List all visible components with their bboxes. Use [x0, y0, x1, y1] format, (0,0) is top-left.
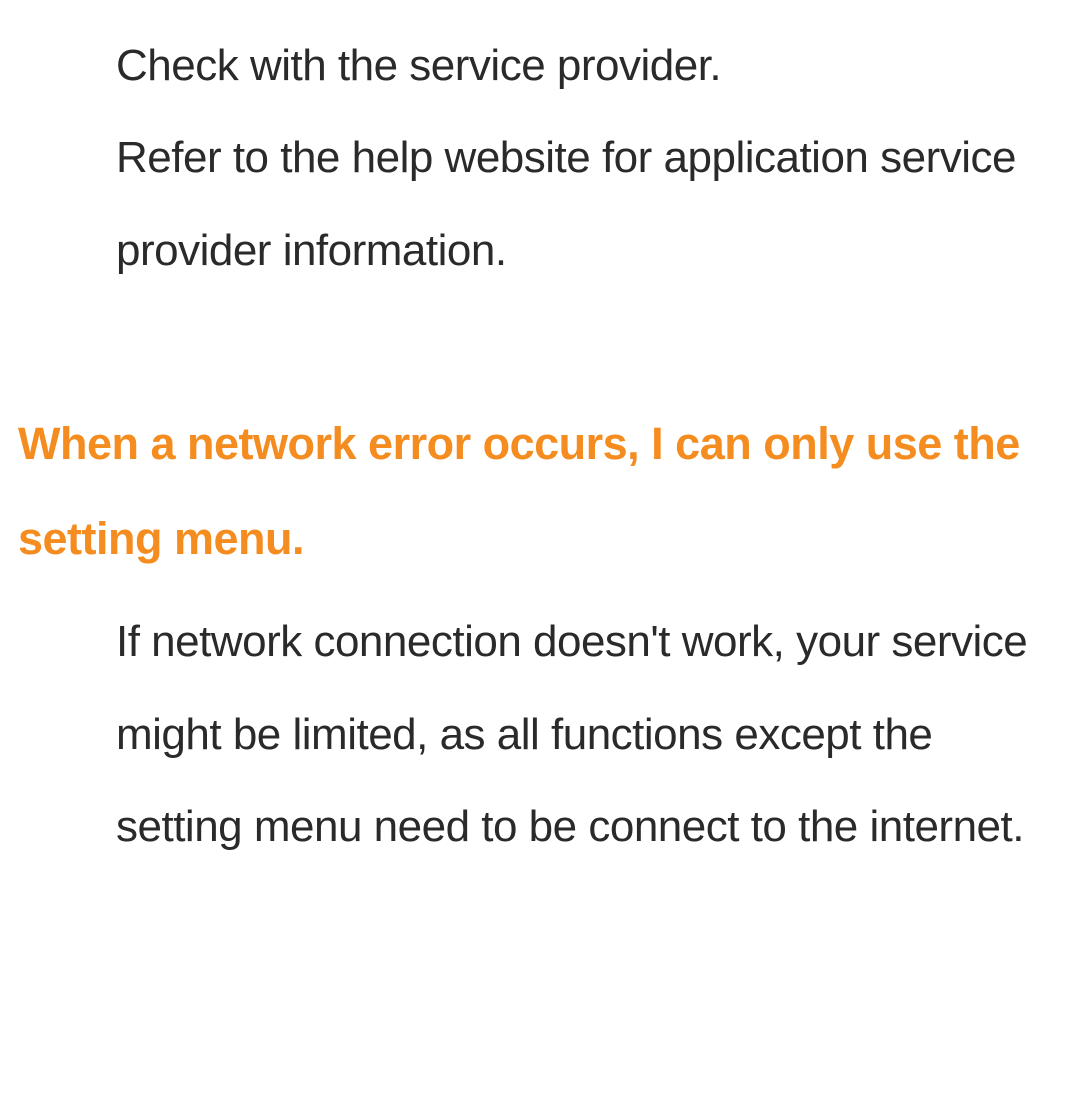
- section-heading: When a network error occurs, I can only …: [18, 397, 1062, 586]
- body-paragraph-3: If network connection doesn't work, your…: [18, 596, 1062, 873]
- body-paragraph-1: Check with the service provider.: [18, 20, 1062, 112]
- body-paragraph-2: Refer to the help website for applicatio…: [18, 112, 1062, 297]
- section-2: When a network error occurs, I can only …: [18, 397, 1062, 873]
- section-1: Check with the service provider. Refer t…: [18, 20, 1062, 297]
